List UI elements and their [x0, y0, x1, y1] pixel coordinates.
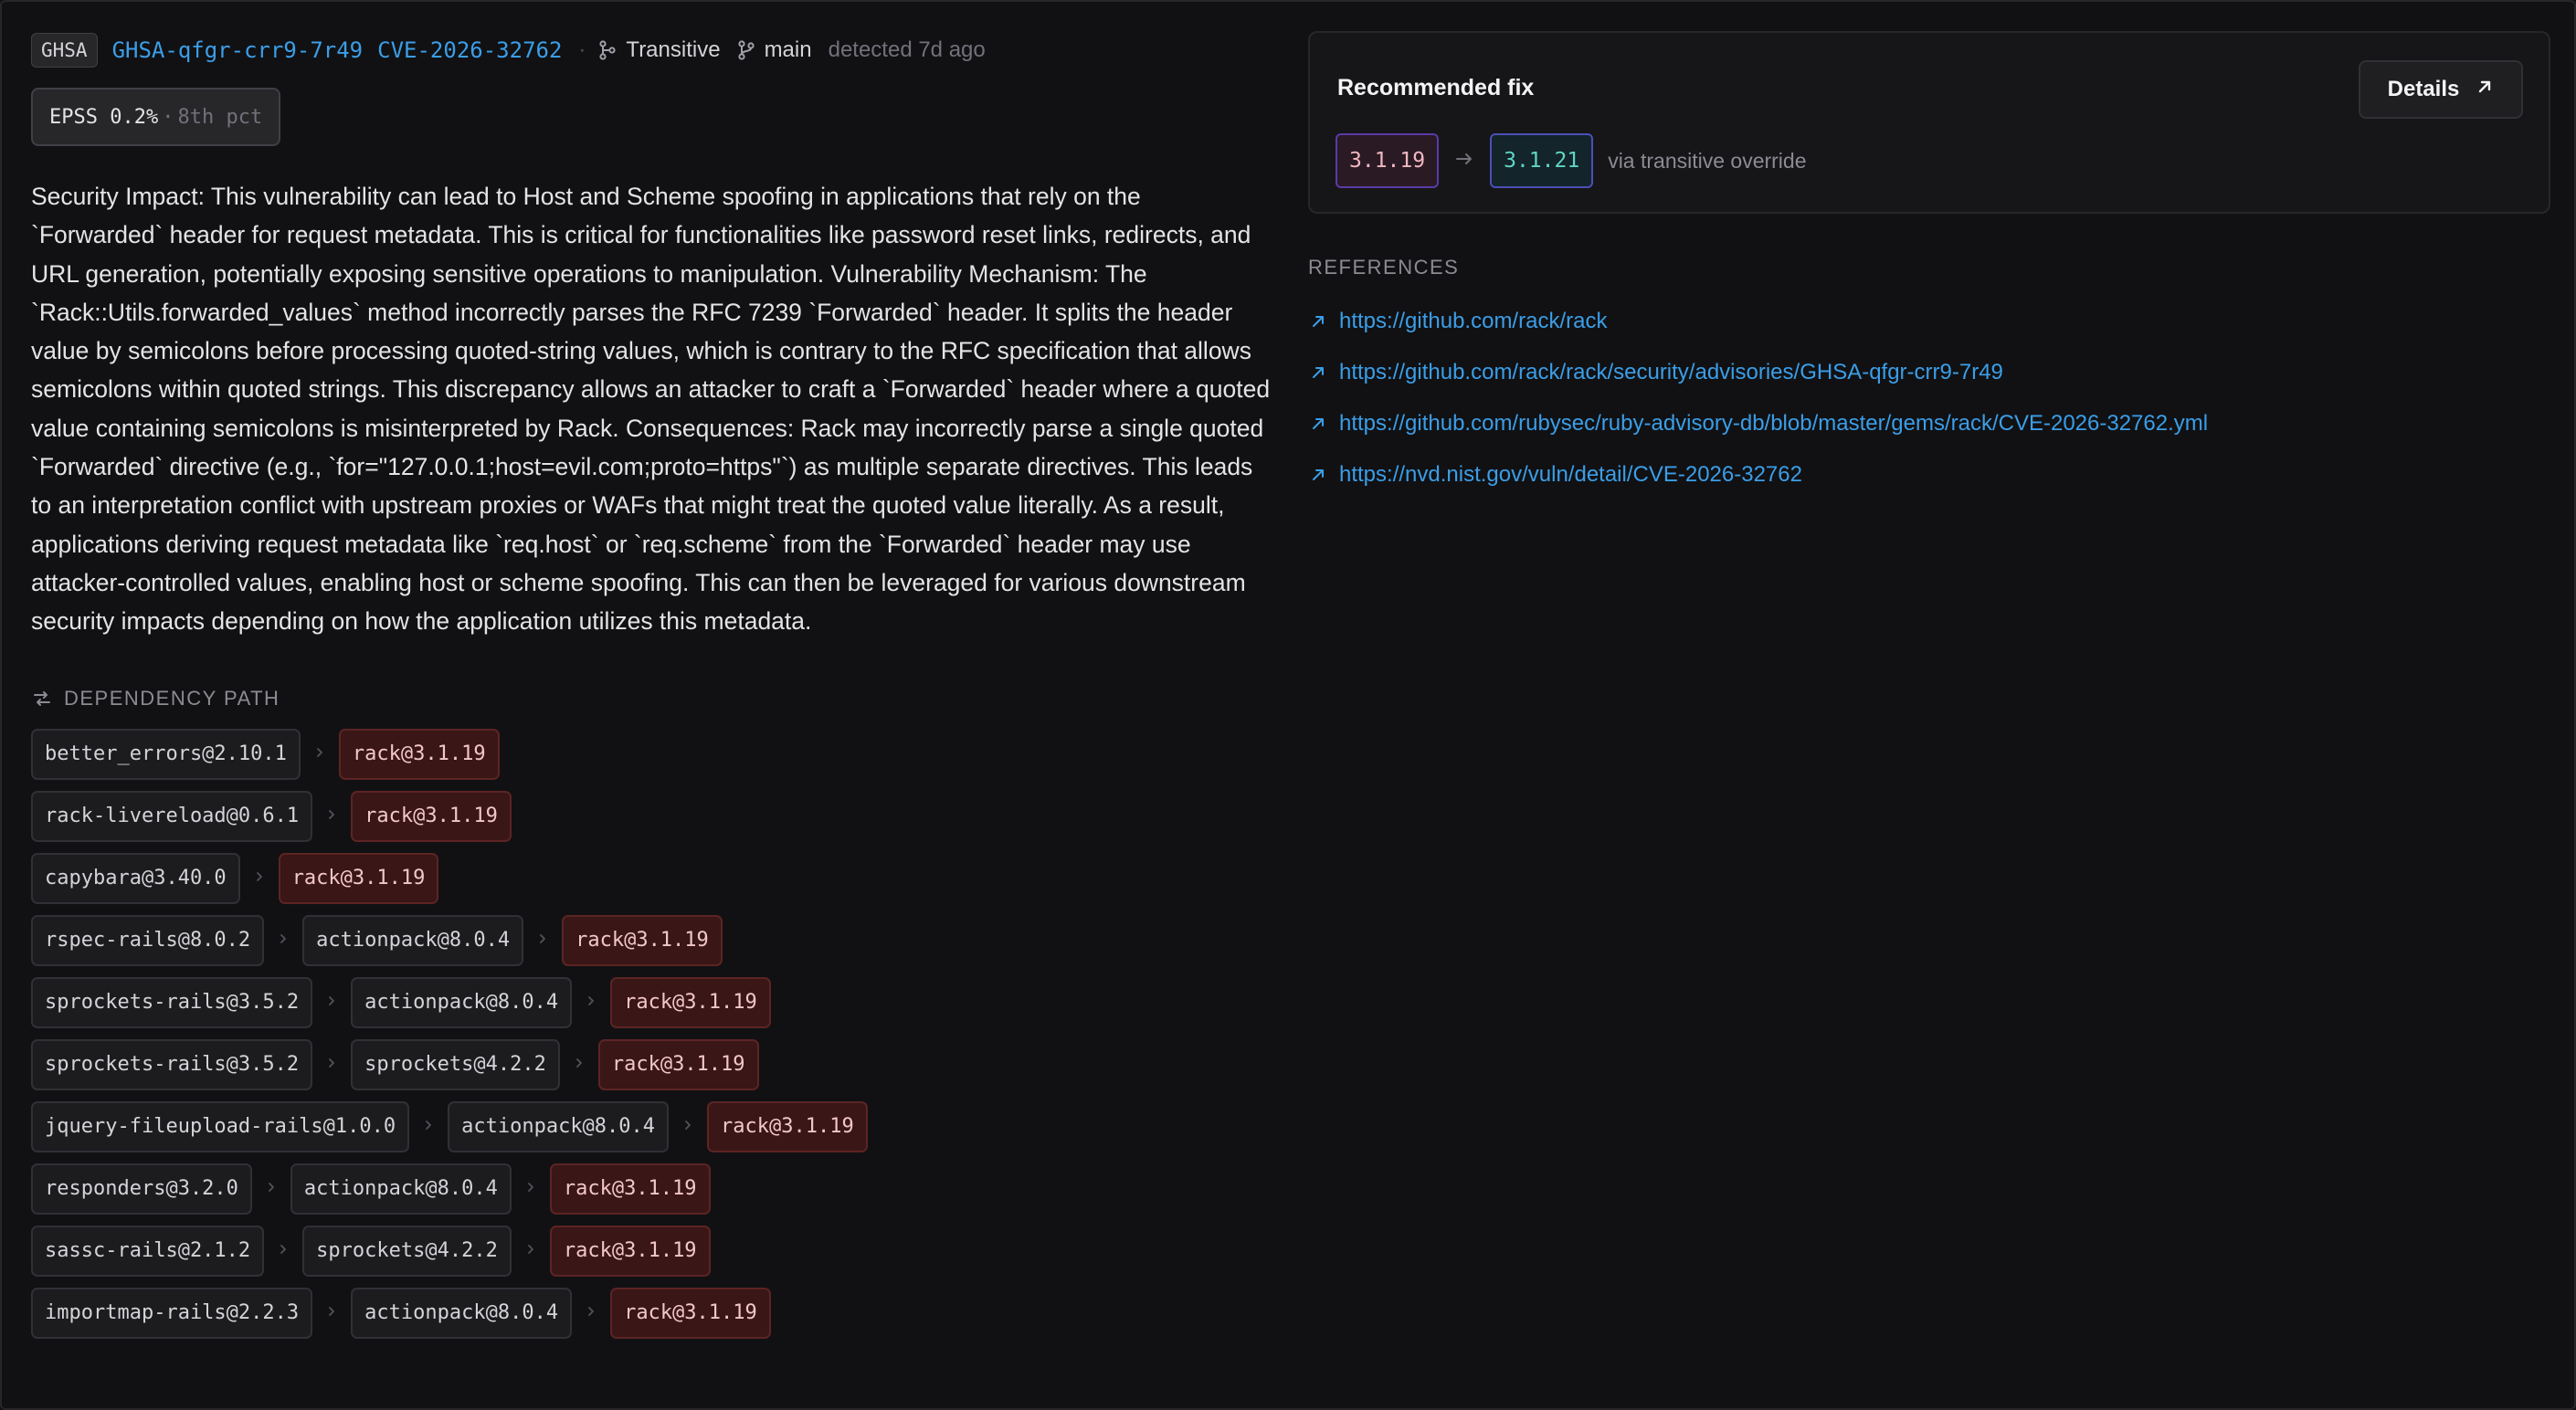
dependency-path-row: capybara@3.40.0 rack@3.1.19 [31, 852, 1273, 904]
meta-separator: · [578, 37, 586, 62]
dependency-path-icon [31, 688, 53, 710]
dependency-path-row: sprockets-rails@3.5.2 sprockets@4.2.2 rack… [31, 1038, 1273, 1090]
package-chip[interactable]: actionpack@8.0.4 [302, 914, 524, 966]
vulnerable-package-chip[interactable]: rack@3.1.19 [707, 1100, 868, 1152]
vulnerable-package-chip[interactable]: rack@3.1.19 [562, 914, 723, 966]
dependency-path-heading: DEPENDENCY PATH [31, 685, 1273, 712]
reference-link[interactable]: https://github.com/rubysec/ruby-advisory… [1310, 405, 2208, 442]
vulnerable-package-chip[interactable]: rack@3.1.19 [549, 1225, 711, 1277]
recommended-fix-card: Recommended fix Details 3.1.19 3.1.21 vi… [1308, 31, 2550, 214]
chevron-right-icon [252, 1178, 290, 1199]
fixed-version: 3.1.21 [1490, 133, 1594, 188]
package-chip[interactable]: sprockets-rails@3.5.2 [31, 1038, 313, 1090]
branch-name: main [764, 37, 812, 62]
chevron-right-icon [512, 1240, 550, 1261]
chevron-right-icon [669, 1116, 707, 1137]
chevron-right-icon [572, 1302, 610, 1323]
vulnerable-package-chip[interactable]: rack@3.1.19 [549, 1163, 711, 1215]
chevron-right-icon [409, 1116, 448, 1137]
vulnerable-package-chip[interactable]: rack@3.1.19 [278, 852, 439, 904]
vulnerable-package-chip[interactable]: rack@3.1.19 [610, 976, 771, 1028]
ghsa-id-link[interactable]: GHSA-qfgr-crr9-7r49 [112, 37, 364, 63]
vulnerable-package-chip[interactable]: rack@3.1.19 [610, 1287, 771, 1339]
package-chip[interactable]: importmap-rails@2.2.3 [31, 1287, 313, 1339]
dependency-path-row: sprockets-rails@3.5.2 actionpack@8.0.4 rac… [31, 976, 1273, 1028]
advisory-main-column: GHSA GHSA-qfgr-crr9-7r49 CVE-2026-32762 … [31, 31, 1273, 1350]
external-link-arrow-icon [1310, 364, 1326, 381]
references-list: https://github.com/rack/rack https://gith… [1310, 303, 2208, 508]
arrow-right-icon [1439, 149, 1490, 173]
fix-method: via transitive override [1608, 148, 1807, 173]
package-chip[interactable]: sprockets@4.2.2 [351, 1038, 560, 1090]
external-link-arrow-icon [1310, 467, 1326, 483]
dependency-path-row: rspec-rails@8.0.2 actionpack@8.0.4 rack@3.… [31, 914, 1273, 966]
chevron-right-icon [264, 1240, 302, 1261]
package-chip[interactable]: rack-livereload@0.6.1 [31, 790, 313, 842]
package-chip[interactable]: actionpack@8.0.4 [448, 1100, 670, 1152]
package-chip[interactable]: actionpack@8.0.4 [351, 976, 573, 1028]
cve-id-link[interactable]: CVE-2026-32762 [377, 37, 562, 63]
git-branch-icon [737, 40, 755, 60]
detected-time: detected 7d ago [828, 37, 986, 62]
package-chip[interactable]: actionpack@8.0.4 [351, 1287, 573, 1339]
reference-link[interactable]: https://github.com/rack/rack [1310, 303, 2208, 340]
chevron-right-icon [312, 805, 351, 826]
recommended-fix-title: Recommended fix [1337, 75, 1535, 100]
fix-version-row: 3.1.19 3.1.21 via transitive override [1336, 133, 1807, 188]
dependency-path-row: responders@3.2.0 actionpack@8.0.4 rack@3.1… [31, 1163, 1273, 1215]
reference-link[interactable]: https://github.com/rack/rack/security/ad… [1310, 354, 2208, 391]
epss-percentile: 8th pct [177, 105, 263, 129]
git-commit-graph-icon [598, 40, 617, 60]
package-chip[interactable]: actionpack@8.0.4 [290, 1163, 512, 1215]
package-chip[interactable]: rspec-rails@8.0.2 [31, 914, 265, 966]
chevron-right-icon [301, 743, 339, 764]
details-button[interactable]: Details [2359, 60, 2523, 119]
chevron-right-icon [523, 930, 562, 951]
package-chip[interactable]: sprockets@4.2.2 [302, 1225, 512, 1277]
package-chip[interactable]: capybara@3.40.0 [31, 852, 240, 904]
external-link-arrow-icon [1310, 313, 1326, 330]
dependency-path-row: better_errors@2.10.1 rack@3.1.19 [31, 728, 1273, 780]
dependency-path-title: DEPENDENCY PATH [64, 686, 280, 710]
reference-link-text: https://github.com/rubysec/ruby-advisory… [1339, 411, 2209, 436]
source-badge: GHSA [31, 33, 98, 68]
advisory-meta-row: GHSA GHSA-qfgr-crr9-7r49 CVE-2026-32762 … [31, 31, 1273, 69]
chevron-right-icon [264, 930, 302, 951]
reference-link-text: https://nvd.nist.gov/vuln/detail/CVE-202… [1339, 462, 1802, 487]
vulnerable-package-chip[interactable]: rack@3.1.19 [597, 1038, 759, 1090]
dependency-path-row: sassc-rails@2.1.2 sprockets@4.2.2 rack@3.1… [31, 1225, 1273, 1277]
current-version: 3.1.19 [1336, 133, 1440, 188]
chevron-right-icon [512, 1178, 550, 1199]
vulnerable-package-chip[interactable]: rack@3.1.19 [338, 728, 500, 780]
package-chip[interactable]: jquery-fileupload-rails@1.0.0 [31, 1100, 410, 1152]
vulnerable-package-chip[interactable]: rack@3.1.19 [351, 790, 512, 842]
chevron-right-icon [312, 992, 351, 1013]
chevron-right-icon [572, 992, 610, 1013]
dependency-path-row: jquery-fileupload-rails@1.0.0 actionpack@… [31, 1100, 1273, 1152]
dependency-type: Transitive [626, 37, 721, 62]
dependency-path-row: importmap-rails@2.2.3 actionpack@8.0.4 rac… [31, 1287, 1273, 1339]
package-chip[interactable]: sassc-rails@2.1.2 [31, 1225, 265, 1277]
epss-badge: EPSS 0.2% · 8th pct [31, 88, 281, 146]
details-button-label: Details [2387, 77, 2460, 101]
reference-link[interactable]: https://nvd.nist.gov/vuln/detail/CVE-202… [1310, 457, 2208, 493]
reference-link-text: https://github.com/rack/rack/security/ad… [1339, 360, 2003, 384]
epss-separator: · [162, 105, 174, 129]
chevron-right-icon [312, 1302, 351, 1323]
chevron-right-icon [240, 868, 279, 889]
advisory-description: Security Impact: This vulnerability can … [31, 183, 1271, 636]
dependency-path-row: rack-livereload@0.6.1 rack@3.1.19 [31, 790, 1273, 842]
arrow-up-right-icon [2476, 77, 2494, 102]
package-chip[interactable]: better_errors@2.10.1 [31, 728, 301, 780]
external-link-arrow-icon [1310, 416, 1326, 432]
dependency-path-list: better_errors@2.10.1 rack@3.1.19 rack-live… [31, 728, 1273, 1339]
epss-value: EPSS 0.2% [49, 105, 159, 129]
vulnerability-detail-panel: GHSA GHSA-qfgr-crr9-7r49 CVE-2026-32762 … [0, 0, 2576, 1410]
references-heading: REFERENCES [1308, 256, 1460, 279]
reference-link-text: https://github.com/rack/rack [1339, 309, 1608, 333]
chevron-right-icon [560, 1054, 598, 1075]
package-chip[interactable]: sprockets-rails@3.5.2 [31, 976, 313, 1028]
package-chip[interactable]: responders@3.2.0 [31, 1163, 252, 1215]
chevron-right-icon [312, 1054, 351, 1075]
